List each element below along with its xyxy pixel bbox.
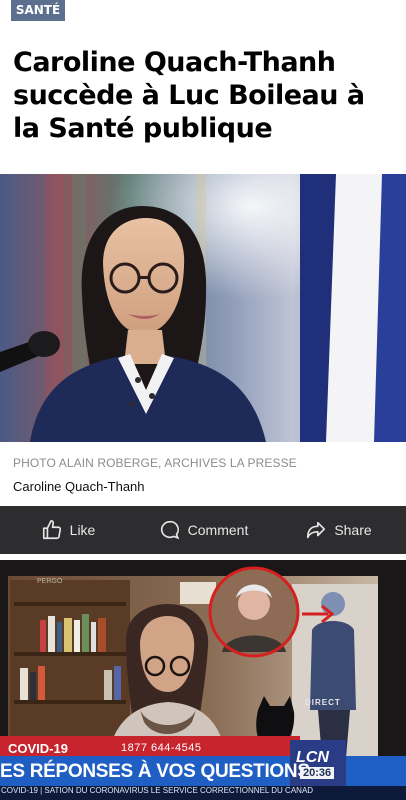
social-action-bar: Like Comment Share — [0, 506, 406, 554]
thumbs-up-icon — [42, 520, 61, 540]
ticker-headline: ES RÉPONSES À VOS QUESTIONS — [0, 761, 310, 782]
video-direct-label: DIRECT — [305, 698, 341, 707]
speech-bubble-icon — [160, 520, 179, 540]
video-book-label: PERGO — [37, 578, 63, 585]
article-card: SANTÉ Caroline Quach-Thanh succède à Luc… — [0, 0, 406, 502]
photo-caption: Caroline Quach-Thanh — [13, 479, 145, 494]
share-arrow-icon — [307, 521, 326, 539]
article-photo[interactable] — [0, 174, 406, 442]
photo-credit: PHOTO ALAIN ROBERGE, ARCHIVES LA PRESSE — [13, 456, 297, 470]
article-headline[interactable]: Caroline Quach-Thanh succède à Luc Boile… — [13, 46, 398, 145]
ticker-bottom: COVID-19 | SATION DU CORONAVIRUS LE SERV… — [1, 786, 314, 795]
ticker-time: 20:36 — [300, 767, 335, 779]
ticker-topic-tag: COVID-19 — [8, 741, 68, 756]
like-label: Like — [69, 522, 96, 538]
comment-label: Comment — [187, 522, 249, 538]
section-tag[interactable]: SANTÉ — [11, 0, 65, 21]
like-button[interactable]: Like — [0, 519, 136, 541]
share-label: Share — [334, 522, 372, 538]
share-button[interactable]: Share — [271, 519, 406, 541]
ticker-phone: 1877 644-4545 — [121, 742, 202, 754]
comment-button[interactable]: Comment — [136, 519, 271, 541]
